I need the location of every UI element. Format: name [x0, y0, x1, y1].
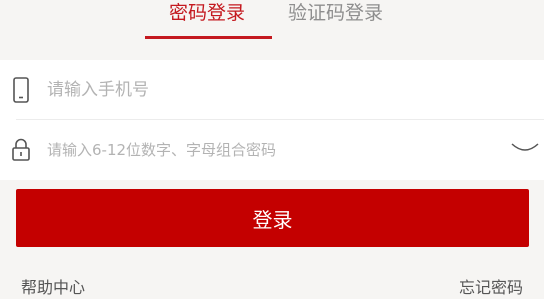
login-form	[0, 60, 544, 180]
phone-input[interactable]	[47, 75, 507, 105]
phone-row	[0, 60, 544, 120]
lock-icon	[10, 137, 32, 163]
login-button[interactable]: 登录	[16, 189, 529, 247]
tab-sms-login[interactable]: 验证码登录	[288, 0, 383, 30]
active-tab-indicator	[145, 36, 272, 39]
tab-password-login[interactable]: 密码登录	[169, 0, 245, 30]
forgot-password-link[interactable]: 忘记密码	[459, 277, 523, 299]
password-row	[0, 120, 544, 180]
password-input[interactable]	[47, 135, 497, 165]
eye-closed-icon[interactable]	[510, 140, 540, 154]
help-center-link[interactable]: 帮助中心	[21, 277, 85, 299]
phone-icon	[10, 77, 32, 103]
